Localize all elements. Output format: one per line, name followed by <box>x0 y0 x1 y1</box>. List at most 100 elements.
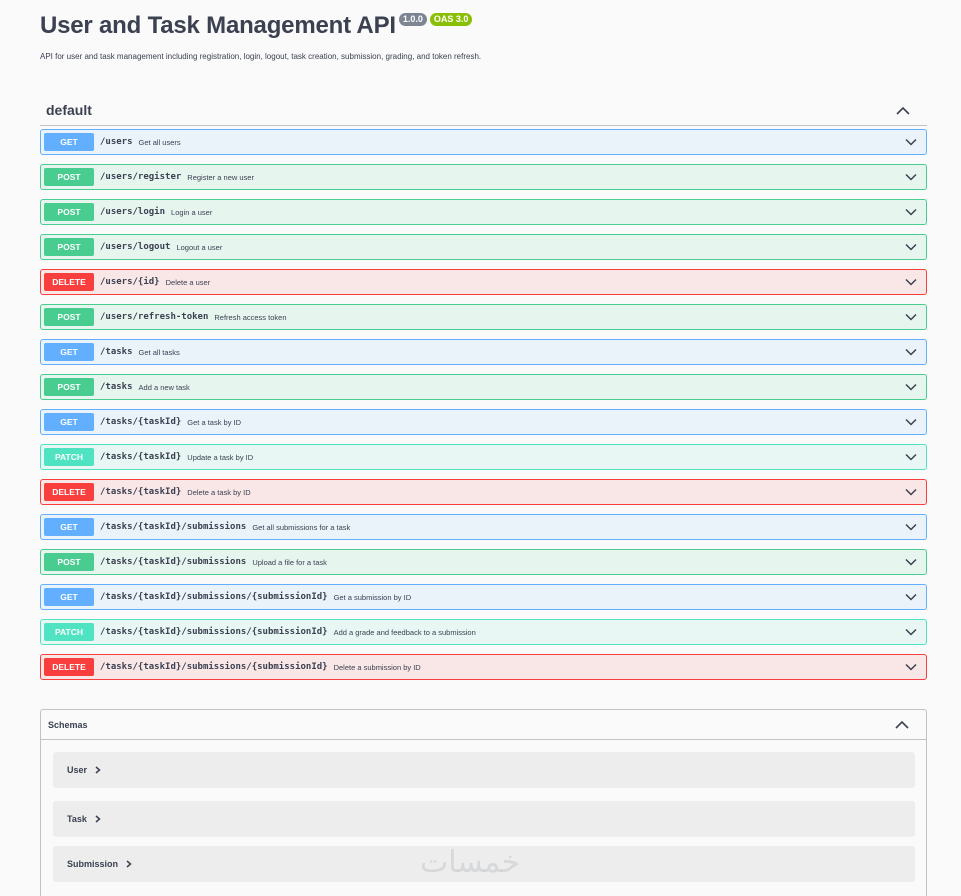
api-title: User and Task Management API <box>40 12 396 39</box>
method-badge: POST <box>44 238 94 256</box>
operation-path: /tasks/{taskId}/submissions <box>100 522 247 532</box>
api-info: User and Task Management API 1.0.0 OAS 3… <box>40 10 473 42</box>
chevron-down-icon[interactable] <box>904 310 918 324</box>
method-badge: GET <box>44 133 94 151</box>
api-description: API for user and task management includi… <box>40 52 482 61</box>
method-badge: GET <box>44 588 94 606</box>
chevron-down-icon[interactable] <box>904 170 918 184</box>
operation-path: /tasks/{taskId} <box>100 417 182 427</box>
operation-row[interactable]: PATCH/tasks/{taskId}/submissions/{submis… <box>40 619 927 645</box>
operation-summary: Refresh access token <box>214 312 287 322</box>
method-badge: POST <box>44 168 94 186</box>
chevron-down-icon[interactable] <box>904 590 918 604</box>
operation-path: /tasks <box>100 382 133 392</box>
chevron-down-icon[interactable] <box>904 275 918 289</box>
chevron-down-icon[interactable] <box>904 520 918 534</box>
operation-row[interactable]: GET/tasks Get all tasks <box>40 339 927 365</box>
operation-summary: Get all submissions for a task <box>252 522 351 532</box>
tag-section-default: default GET/users Get all users POST/users… <box>40 95 927 689</box>
operation-summary: Logout a user <box>176 242 223 252</box>
operation-summary: Add a grade and feedback to a submission <box>333 627 476 637</box>
method-badge: GET <box>44 518 94 536</box>
operation-summary: Register a new user <box>187 172 254 182</box>
chevron-right-icon <box>95 765 103 775</box>
chevron-down-icon[interactable] <box>904 450 918 464</box>
oas-badge: OAS 3.0 <box>429 13 473 26</box>
operation-row[interactable]: GET/tasks/{taskId} Get a task by ID <box>40 409 927 435</box>
chevron-down-icon[interactable] <box>904 555 918 569</box>
chevron-up-icon[interactable] <box>893 100 913 120</box>
method-badge: GET <box>44 413 94 431</box>
schemas-header[interactable]: Schemas <box>41 710 926 740</box>
operation-summary: Upload a file for a task <box>252 557 327 567</box>
chevron-right-icon <box>95 814 103 824</box>
operation-summary: Get a submission by ID <box>333 592 412 602</box>
schema-name: User <box>67 765 88 775</box>
chevron-down-icon[interactable] <box>904 380 918 394</box>
operation-path: /users/register <box>100 172 182 182</box>
operation-summary: Get all tasks <box>138 347 180 357</box>
method-badge: PATCH <box>44 623 94 641</box>
operation-summary: Update a task by ID <box>187 452 254 462</box>
watermark-logo: خمسات <box>420 845 521 880</box>
operation-row[interactable]: GET/tasks/{taskId}/submissions/{submissi… <box>40 584 927 610</box>
method-badge: POST <box>44 553 94 571</box>
operation-row[interactable]: POST/users/register Register a new user <box>40 164 927 190</box>
tag-name: default <box>46 102 92 118</box>
method-badge: POST <box>44 378 94 396</box>
operation-summary: Login a user <box>171 207 213 217</box>
operation-path: /tasks <box>100 347 133 357</box>
operation-row[interactable]: GET/tasks/{taskId}/submissions Get all su… <box>40 514 927 540</box>
operation-row[interactable]: DELETE/tasks/{taskId}/submissions/{submi… <box>40 654 927 680</box>
operation-row[interactable]: POST/users/refresh-token Refresh access t… <box>40 304 927 330</box>
method-badge: DELETE <box>44 273 94 291</box>
chevron-down-icon[interactable] <box>904 345 918 359</box>
schema-item-task[interactable]: Task <box>53 801 915 837</box>
operation-path: /users/refresh-token <box>100 312 209 322</box>
operation-path: /users/logout <box>100 242 171 252</box>
operation-summary: Add a new task <box>138 382 190 392</box>
operation-path: /tasks/{taskId} <box>100 452 182 462</box>
method-badge: DELETE <box>44 658 94 676</box>
method-badge: POST <box>44 203 94 221</box>
operation-row[interactable]: DELETE/tasks/{taskId} Delete a task by ID <box>40 479 927 505</box>
operation-summary: Delete a task by ID <box>187 487 251 497</box>
operation-row[interactable]: POST/users/logout Logout a user <box>40 234 927 260</box>
chevron-right-icon <box>126 859 134 869</box>
chevron-down-icon[interactable] <box>904 205 918 219</box>
operation-summary: Get all users <box>138 137 181 147</box>
operation-summary: Get a task by ID <box>187 417 242 427</box>
operation-summary: Delete a submission by ID <box>333 662 421 672</box>
chevron-down-icon[interactable] <box>904 625 918 639</box>
operation-path: /users/login <box>100 207 166 217</box>
operations-list: GET/users Get all users POST/users/registe… <box>40 129 927 680</box>
tag-header[interactable]: default <box>40 95 927 126</box>
method-badge: POST <box>44 308 94 326</box>
method-badge: GET <box>44 343 94 361</box>
chevron-down-icon[interactable] <box>904 415 918 429</box>
chevron-down-icon[interactable] <box>904 485 918 499</box>
schema-name: Task <box>67 814 87 824</box>
operation-row[interactable]: POST/tasks Add a new task <box>40 374 927 400</box>
operation-path: /tasks/{taskId}/submissions <box>100 557 247 567</box>
operation-path: /tasks/{taskId}/submissions/{submissionI… <box>100 592 328 602</box>
schema-item-user[interactable]: User <box>53 752 915 788</box>
operation-row[interactable]: DELETE/users/{id} Delete a user <box>40 269 927 295</box>
operation-row[interactable]: POST/tasks/{taskId}/submissions Upload a … <box>40 549 927 575</box>
schemas-title: Schemas <box>48 719 88 730</box>
chevron-down-icon[interactable] <box>904 660 918 674</box>
method-badge: DELETE <box>44 483 94 501</box>
operation-row[interactable]: PATCH/tasks/{taskId} Update a task by ID <box>40 444 927 470</box>
operation-summary: Delete a user <box>165 277 211 287</box>
operation-path: /users/{id} <box>100 277 160 287</box>
operation-path: /tasks/{taskId}/submissions/{submissionI… <box>100 627 328 637</box>
operation-path: /tasks/{taskId}/submissions/{submissionI… <box>100 662 328 672</box>
schema-name: Submission <box>67 859 119 869</box>
chevron-down-icon[interactable] <box>904 135 918 149</box>
chevron-down-icon[interactable] <box>904 240 918 254</box>
operation-path: /tasks/{taskId} <box>100 487 182 497</box>
operation-row[interactable]: POST/users/login Login a user <box>40 199 927 225</box>
chevron-up-icon[interactable] <box>892 715 912 735</box>
operation-row[interactable]: GET/users Get all users <box>40 129 927 155</box>
method-badge: PATCH <box>44 448 94 466</box>
